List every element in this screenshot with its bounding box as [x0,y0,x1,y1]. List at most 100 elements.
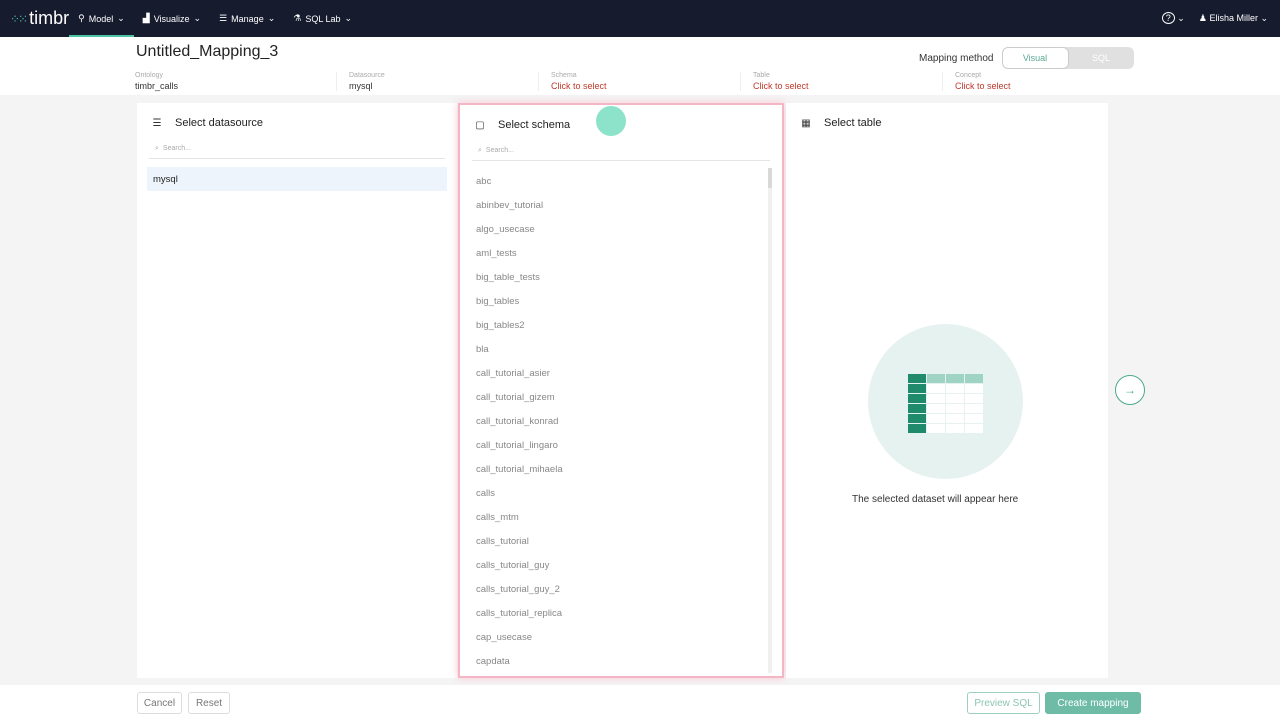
chevron-down-icon: ⌄ [267,13,276,23]
crumb-label: Ontology [135,72,164,79]
flask-icon: ⚗ [293,13,302,23]
datasource-search-input[interactable]: ⌕ Search... [149,139,445,159]
mapping-method-toggle[interactable]: Visual SQL [1001,47,1134,69]
crumb-concept[interactable]: Concept Click to select [943,72,1145,91]
crumb-schema[interactable]: Schema Click to select [539,72,741,91]
bulb-icon: ⚲ [78,13,85,23]
schema-item[interactable]: big_tables [460,289,782,313]
grid-cell [908,374,926,383]
nav-label: Manage [231,13,264,24]
grid-cell [946,394,964,403]
chart-icon: ▟ [142,13,150,23]
cancel-button[interactable]: Cancel [137,692,182,714]
mapping-header: Untitled_Mapping_3 Mapping method Visual… [0,37,1280,95]
arrow-right-icon: → [1124,383,1136,397]
schema-item[interactable]: calls [460,481,782,505]
user-name: Elisha Miller [1209,13,1258,23]
grid-cell [965,414,983,423]
nav-sql-lab[interactable]: ⚗ SQL Lab ⌄ [284,0,361,37]
search-icon: ⌕ [478,146,482,154]
schema-item[interactable]: call_tutorial_asier [460,361,782,385]
crumb-table[interactable]: Table Click to select [741,72,943,91]
timbr-logo[interactable]: ⁘⁙ timbr [10,8,69,29]
datasource-panel: ☰ Select datasource ⌕ Search... mysql [137,103,457,678]
table-icon: ▦ [801,117,811,129]
grid-cell [965,404,983,413]
database-icon: ☰ [152,117,162,129]
nav-label: Model [88,13,114,24]
chevron-down-icon: ⌄ [117,13,125,23]
grid-cell [927,404,945,413]
reset-button[interactable]: Reset [188,692,230,714]
crumb-label: Datasource [349,72,385,79]
grid-cell [927,394,945,403]
schema-search-input[interactable]: ⌕ Search... [472,141,770,161]
nav-label: Visualize [153,13,190,24]
nav-manage[interactable]: ☰ Manage ⌄ [210,0,284,37]
nav-model[interactable]: ⚲ Model ⌄ [69,0,134,37]
crumb-datasource: Datasource mysql [337,72,539,91]
grid-cell [908,384,926,393]
crumb-value[interactable]: Click to select [551,81,740,91]
database-icon: ☰ [219,13,228,23]
schema-item[interactable]: aml_tests [460,241,782,265]
search-placeholder: Search... [162,145,191,152]
schema-item[interactable]: abinbev_tutorial [460,193,782,217]
preview-sql-button[interactable]: Preview SQL [967,692,1040,714]
mapping-method: Mapping method Visual SQL [919,47,1134,69]
datasource-item[interactable]: mysql [147,167,447,191]
schema-item[interactable]: calls_mtm [460,505,782,529]
create-mapping-button[interactable]: Create mapping [1045,692,1141,714]
crumb-value[interactable]: Click to select [955,81,1145,91]
user-icon: ♟ [1198,13,1207,23]
grid-cell [927,424,945,433]
crumb-label: Table [753,72,770,79]
schema-item[interactable]: calls_tutorial [460,529,782,553]
schema-item[interactable]: call_tutorial_konrad [460,409,782,433]
schema-item[interactable]: capdata [460,649,782,673]
schema-item[interactable]: call_tutorial_lingaro [460,433,782,457]
footer: Cancel Reset Preview SQL Create mapping [0,685,1280,720]
logo-text: timbr [29,8,70,28]
grid-cell [965,374,983,383]
grid-cell [946,404,964,413]
help-menu[interactable]: ? ⌄ [1161,12,1185,24]
method-sql[interactable]: SQL [1069,47,1134,69]
schema-item[interactable]: bla [460,337,782,361]
nav-label: SQL Lab [305,13,341,24]
schema-item[interactable]: big_table_tests [460,265,782,289]
grid-cell [965,384,983,393]
crumb-label: Concept [955,72,982,79]
grid-cell [908,394,926,403]
search-icon: ⌕ [155,144,159,152]
schema-scrollbar[interactable] [768,168,772,673]
grid-cell [927,384,945,393]
crumb-value[interactable]: Click to select [753,81,942,91]
top-nav: ⁘⁙ timbr ⚲ Model ⌄ ▟ Visualize ⌄ ☰ Manage ⌄ ⚗ SQ… [0,0,1280,37]
method-visual[interactable]: Visual [1001,47,1069,69]
help-icon: ? [1161,12,1175,24]
schema-item[interactable]: cap_usecase [460,625,782,649]
grid-cell [965,424,983,433]
grid-cell [927,414,945,423]
schema-item[interactable]: algo_usecase [460,217,782,241]
schema-item[interactable]: calls_tutorial_guy [460,553,782,577]
grid-cell [946,414,964,423]
search-placeholder: Search... [485,147,514,154]
schema-item[interactable]: call_tutorial_gizem [460,385,782,409]
empty-state-text: The selected dataset will appear here [852,494,1019,505]
panel-title: Select schema [498,119,571,131]
next-arrow-button[interactable]: → [1115,375,1145,405]
panel-title: Select datasource [175,117,264,129]
chevron-down-icon: ⌄ [193,13,202,23]
schema-item[interactable]: calls_tutorial_replica [460,601,782,625]
nav-visualize[interactable]: ▟ Visualize ⌄ [134,0,210,37]
user-menu[interactable]: ♟ Elisha Miller ⌄ [1199,13,1268,24]
schema-item[interactable]: big_tables2 [460,313,782,337]
schema-item[interactable]: calls_tutorial_guy_2 [460,577,782,601]
empty-table-illustration [868,324,1023,479]
schema-item[interactable]: abc [460,169,782,193]
schema-item[interactable]: call_tutorial_mihaela [460,457,782,481]
mapping-method-label: Mapping method [919,52,994,64]
grid-cell [946,424,964,433]
